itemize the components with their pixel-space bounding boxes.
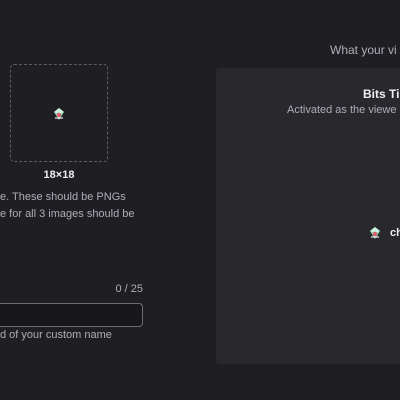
preview-heading: What your vi	[330, 43, 397, 57]
character-counter: 0 / 25	[115, 283, 143, 295]
preview-card: Bits Ti Activated as the viewe ch	[216, 68, 400, 364]
image-size-label: 18×18	[43, 169, 75, 181]
upload-help-line: e for all 3 images should be	[0, 208, 135, 220]
upload-help-line: e. These should be PNGs	[0, 191, 126, 203]
upload-help-text: e. These should be PNGs e for all 3 imag…	[0, 189, 200, 223]
custom-name-input[interactable]	[0, 303, 143, 327]
custom-name-hint: d of your custom name	[0, 329, 112, 341]
image-upload-dropzone[interactable]	[10, 64, 108, 162]
bits-badge-icon	[370, 227, 380, 239]
tier-description: Activated as the viewe	[287, 104, 397, 116]
badge-editor: 18×18 e. These should be PNGs e for all …	[0, 0, 400, 400]
chat-username: ch	[390, 226, 400, 239]
bits-badge-icon	[54, 108, 64, 120]
tier-title: Bits Ti	[363, 87, 400, 101]
chat-preview-line: ch	[368, 226, 400, 240]
